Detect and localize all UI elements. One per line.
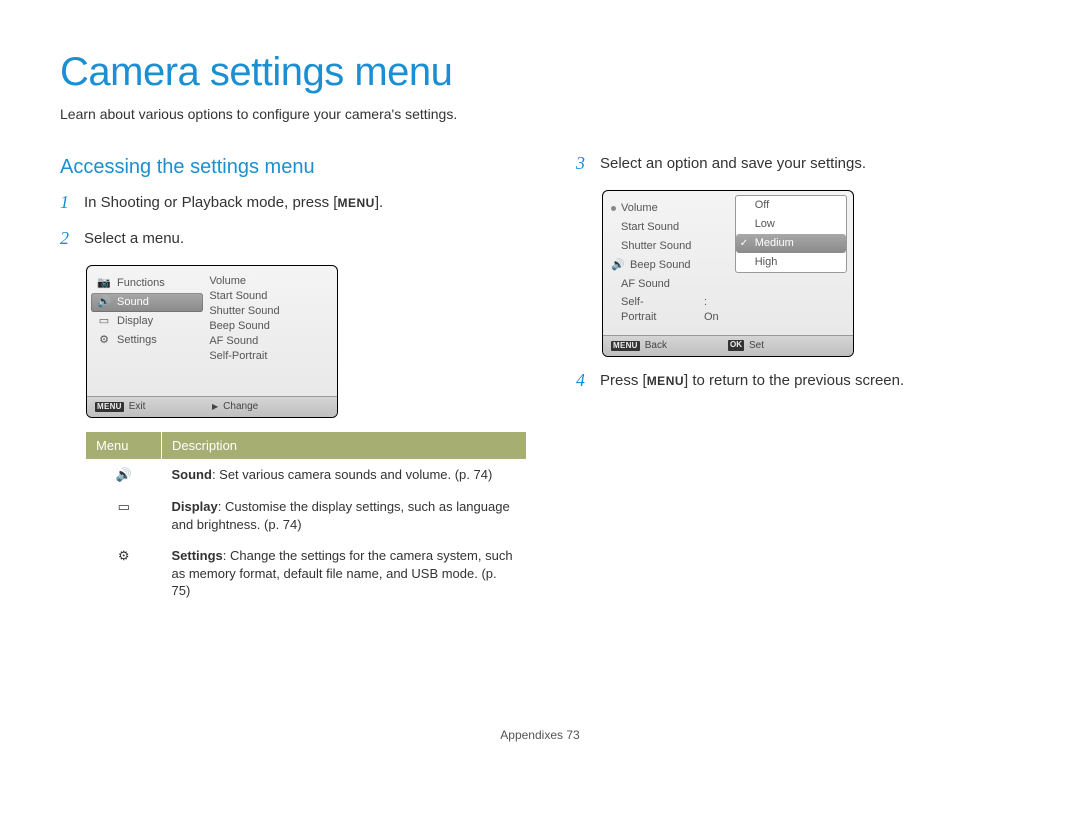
sound-icon: 🔊 <box>116 467 132 482</box>
sound-icon: 🔊 <box>611 258 625 272</box>
menu-button-label: MENU <box>647 374 684 388</box>
table-row: ⚙ Settings: Change the settings for the … <box>86 540 526 607</box>
menu-description-table: Menu Description 🔊 Sound: Set various ca… <box>86 432 526 607</box>
step-4-text-pre: Press [ <box>600 372 647 389</box>
row-settings-label: Settings <box>172 548 223 563</box>
menu-item-functions: Functions <box>117 276 165 291</box>
footer-ok-btn: OK <box>728 340 744 351</box>
menu-screenshot-1: 📷 Functions 🔊 Sound ▭ Display ⚙ Settings Vol… <box>86 265 338 418</box>
check-icon <box>740 236 750 251</box>
step-1: 1 In Shooting or Playback mode, press [M… <box>60 193 526 213</box>
opt-start-sound: Start Sound <box>621 220 679 235</box>
step-3-text: Select an option and save your settings. <box>600 154 866 174</box>
menu-item-settings: Settings <box>117 333 157 348</box>
row-settings-desc: : Change the settings for the camera sys… <box>172 548 513 598</box>
footer-back: Back <box>645 339 667 353</box>
sound-icon: 🔊 <box>97 296 111 310</box>
footer-menu-btn: MENU <box>95 402 124 412</box>
opt-self-portrait: Self-Portrait <box>621 295 679 325</box>
step-1-text-post: ]. <box>375 194 383 211</box>
submenu-shutter-sound: Shutter Sound <box>209 304 331 319</box>
play-icon: ▶ <box>212 402 218 413</box>
footer-set: Set <box>749 339 764 353</box>
step-3: 3 Select an option and save your setting… <box>576 154 1020 174</box>
submenu-start-sound: Start Sound <box>209 289 331 304</box>
opt-beep-sound: Beep Sound <box>630 258 691 273</box>
right-column: 3 Select an option and save your setting… <box>576 154 1020 607</box>
page-title: Camera settings menu <box>60 45 1020 99</box>
val-high: High <box>755 255 778 270</box>
opt-volume: Volume <box>621 201 658 216</box>
row-sound-label: Sound <box>172 467 212 482</box>
row-sound-desc: : Set various camera sounds and volume. … <box>212 467 492 482</box>
step-2-text: Select a menu. <box>84 229 184 249</box>
step-number: 1 <box>60 193 74 213</box>
footer-section: Appendixes <box>500 728 563 742</box>
camera-icon: 📷 <box>97 277 111 291</box>
menu-item-sound: Sound <box>117 295 149 310</box>
footer-page-number: 73 <box>566 728 579 742</box>
val-medium: Medium <box>755 236 794 251</box>
step-2: 2 Select a menu. <box>60 229 526 249</box>
page-subtitle: Learn about various options to configure… <box>60 105 1020 124</box>
footer-change: Change <box>223 400 258 414</box>
left-column: Accessing the settings menu 1 In Shootin… <box>60 154 526 607</box>
display-icon: ▭ <box>118 499 130 514</box>
settings-icon: ⚙ <box>97 333 111 347</box>
settings-icon: ⚙ <box>118 548 130 563</box>
step-number: 2 <box>60 229 74 249</box>
val-off: Off <box>755 198 769 213</box>
opt-af-sound: AF Sound <box>621 277 670 292</box>
row-display-label: Display <box>172 499 218 514</box>
row-display-desc: : Customise the display settings, such a… <box>172 499 510 532</box>
bullet-icon <box>611 206 616 211</box>
step-4: 4 Press [MENU] to return to the previous… <box>576 371 1020 391</box>
opt-shutter-sound: Shutter Sound <box>621 239 691 254</box>
table-row: 🔊 Sound: Set various camera sounds and v… <box>86 459 526 491</box>
submenu-volume: Volume <box>209 274 331 289</box>
table-header-description: Description <box>162 432 527 460</box>
table-row: ▭ Display: Customise the display setting… <box>86 491 526 540</box>
page-footer: Appendixes 73 <box>60 727 1020 743</box>
step-number: 3 <box>576 154 590 174</box>
section-heading: Accessing the settings menu <box>60 154 526 181</box>
menu-screenshot-2: Volume Start Sound Shutter Sound 🔊 Beep S… <box>602 190 854 356</box>
val-low: Low <box>755 217 775 232</box>
footer-exit: Exit <box>129 400 146 414</box>
step-1-text-pre: In Shooting or Playback mode, press [ <box>84 194 337 211</box>
opt-self-portrait-value: : On <box>704 295 725 325</box>
submenu-beep-sound: Beep Sound <box>209 319 331 334</box>
menu-item-display: Display <box>117 314 153 329</box>
step-number: 4 <box>576 371 590 391</box>
menu-button-label: MENU <box>337 196 374 210</box>
step-4-text-post: ] to return to the previous screen. <box>684 372 904 389</box>
display-icon: ▭ <box>97 315 111 329</box>
submenu-af-sound: AF Sound <box>209 334 331 349</box>
submenu-self-portrait: Self-Portrait <box>209 349 331 364</box>
table-header-menu: Menu <box>86 432 162 460</box>
footer-menu-btn: MENU <box>611 341 640 351</box>
